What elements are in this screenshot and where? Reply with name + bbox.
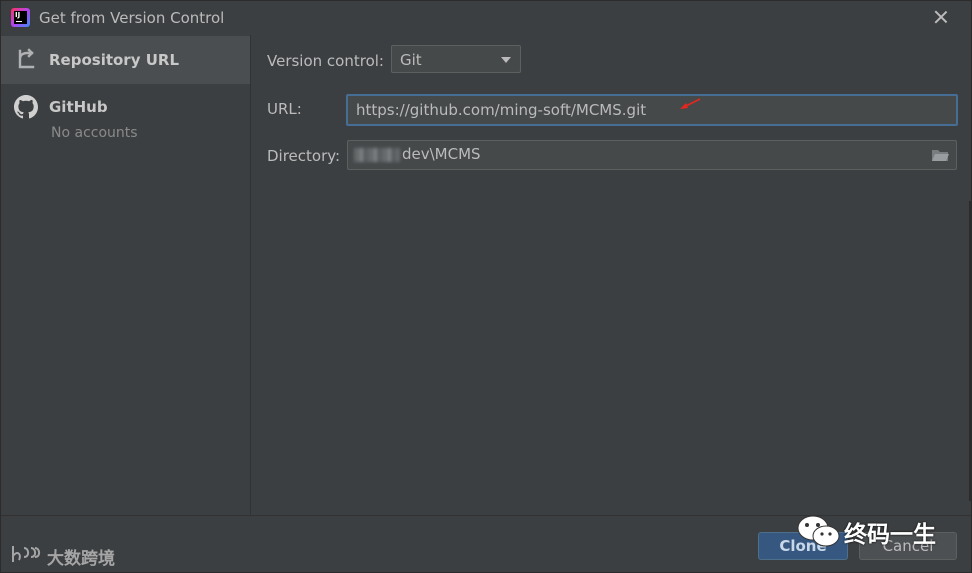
main-panel: Version control: Git URL: https://github…: [251, 35, 971, 515]
watermark-logo-icon: [12, 546, 41, 562]
repository-icon: [18, 48, 35, 69]
dialog-title: Get from Version Control: [39, 9, 225, 27]
url-input[interactable]: https://github.com/ming-soft/MCMS.git: [346, 94, 958, 126]
github-accounts-status: No accounts: [51, 125, 138, 141]
directory-input[interactable]: dev\MCMS: [347, 140, 957, 170]
directory-label: Directory:: [267, 147, 341, 165]
watermark-logo-left: 大数跨境: [11, 542, 131, 569]
watermark-text-right: 终码一生: [844, 522, 936, 548]
intellij-app-icon: IJ: [11, 8, 30, 27]
version-control-label: Version control:: [267, 52, 384, 70]
dialog-window: IJ Get from Version Control Repository U…: [0, 0, 972, 573]
folder-icon[interactable]: [931, 148, 949, 162]
annotation-arrow-icon: [680, 98, 701, 109]
sidebar-item-label: GitHub: [49, 98, 108, 116]
wechat-icon: [797, 515, 840, 547]
sidebar-item-github[interactable]: GitHub No accounts: [1, 91, 250, 151]
sidebar-item-repository-url[interactable]: Repository URL: [1, 36, 250, 84]
github-icon: [14, 95, 38, 119]
version-control-value: Git: [400, 51, 422, 69]
version-control-select[interactable]: Git: [391, 45, 521, 73]
watermark-right: 终码一生: [796, 513, 946, 553]
sidebar-item-label: Repository URL: [49, 51, 179, 69]
sidebar: Repository URL GitHub No accounts: [1, 35, 251, 515]
redacted-path-blur: [354, 148, 400, 162]
directory-value: dev\MCMS: [402, 145, 481, 163]
watermark-text-left: 大数跨境: [47, 549, 115, 569]
window-edge: [969, 201, 971, 501]
chevron-down-icon: [501, 57, 511, 63]
url-label: URL:: [267, 100, 302, 118]
title-bar: IJ Get from Version Control: [1, 1, 971, 35]
close-icon[interactable]: [931, 7, 951, 27]
